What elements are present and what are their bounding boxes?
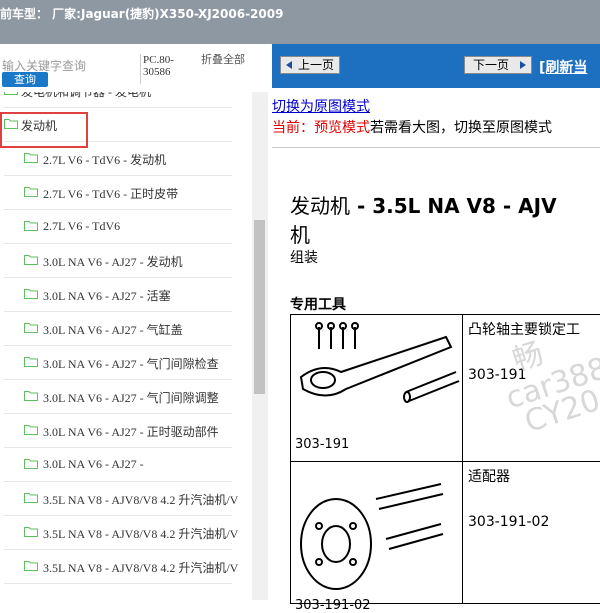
switch-mode-link[interactable]: 切换为原图模式 — [272, 96, 370, 116]
tree-item[interactable]: 3.0L NA V6 - AJ27 - 气门间隙检查 — [0, 346, 252, 380]
doc-subtitle: 组装 — [290, 250, 318, 266]
folder-icon — [24, 493, 38, 503]
tree-item-label: 2.7L V6 - TdV6 — [43, 219, 121, 233]
tree-item[interactable]: 3.5L NA V8 - AJV8/V8 4.2 升汽油机/V — [0, 550, 252, 584]
tree-item-label: 3.0L NA V6 - AJ27 - 活塞 — [43, 289, 171, 303]
tree-item-label: 3.0L NA V6 - AJ27 - 气门间隙调整 — [43, 391, 219, 405]
mode-preview-label: 预览模式 — [314, 120, 370, 136]
mode-current-label: 当前： — [272, 120, 314, 136]
tree-item-label: 发电机和调节器 - 发电机 — [21, 92, 151, 99]
tool-image-code: 303-191 — [295, 437, 350, 452]
prev-page-button[interactable]: 上一页 — [280, 56, 340, 74]
tools-table: 303-191 凸轮轴主要锁定工 303-191 适配器 303-191-02 — [290, 314, 600, 613]
tool-name: 凸轮轴主要锁定工 — [468, 322, 580, 338]
doc-title-prefix: 发动机 — [290, 194, 350, 218]
search-area: 查询 PC.80-30586 折叠全部 — [0, 44, 268, 92]
folder-icon — [24, 425, 38, 435]
prev-page-label: 上一页 — [298, 58, 335, 72]
tool-code: 303-191 — [468, 367, 527, 383]
tree-item[interactable]: 3.0L NA V6 - AJ27 - 气门间隙调整 — [0, 380, 252, 414]
tool-image-cell: 303-191 — [291, 315, 463, 461]
tree-item[interactable]: 3.5L NA V8 - AJV8/V8 4.2 升汽油机/V — [0, 516, 252, 550]
tool-text-cell: 适配器 303-191-02 — [463, 462, 600, 604]
tree-item-label: 3.5L NA V8 - AJV8/V8 4.2 升汽油机/V — [43, 561, 239, 575]
tree-item[interactable]: 3.0L NA V6 - AJ27 - 发动机 — [0, 244, 252, 278]
folder-icon — [24, 527, 38, 537]
scroll-thumb[interactable] — [254, 220, 265, 394]
folder-icon — [24, 357, 38, 367]
tree-scrollbar[interactable] — [252, 92, 268, 600]
doc-title: 发动机 - 3.5L NA V8 - AJV — [290, 190, 557, 219]
tool-image-cell — [291, 462, 463, 604]
tree-item[interactable]: 3.0L NA V6 - AJ27 - 活塞 — [0, 278, 252, 312]
folder-icon — [24, 459, 38, 469]
folder-icon — [24, 221, 38, 231]
tree-item[interactable]: 2.7L V6 - TdV6 - 正时皮带 — [0, 176, 252, 210]
folder-icon — [24, 561, 38, 571]
folder-icon — [24, 153, 38, 163]
collapse-all-button[interactable]: 折叠全部 — [201, 54, 245, 66]
tree-item-label: 3.5L NA V8 - AJV8/V8 4.2 升汽油机/V — [43, 527, 239, 541]
adapter-tool-image — [300, 483, 444, 590]
arrow-left-icon — [286, 61, 292, 69]
folder-icon — [24, 187, 38, 197]
camshaft-lock-tool-image — [299, 322, 460, 403]
tool-text-cell: 凸轮轴主要锁定工 303-191 — [463, 315, 600, 461]
tool-name: 适配器 — [468, 469, 510, 485]
folder-icon — [24, 289, 38, 299]
tree-item-label: 3.5L NA V8 - AJV8/V8 4.2 升汽油机/V — [43, 493, 239, 507]
arrow-right-icon — [520, 61, 526, 69]
tree-item[interactable]: 3.5L NA V8 - AJV8/V8 4.2 升汽油机/V — [0, 482, 252, 516]
tool-code: 303-191-02 — [468, 514, 550, 530]
tool-image-code: 303-191-02 — [295, 598, 371, 613]
pc-label: PC.80-30586 — [143, 54, 174, 78]
tree-item-label: 3.0L NA V6 - AJ27 - 气门间隙检查 — [43, 357, 219, 371]
window-title: 前车型： 厂家:Jaguar(捷豹)X350-XJ2006-2009 — [0, 7, 284, 21]
doc-title-bold: - 3.5L NA V8 - AJV — [350, 194, 557, 218]
search-button[interactable]: 查询 — [2, 72, 48, 87]
tree-item[interactable]: 3.0L NA V6 - AJ27 - — [0, 448, 252, 482]
title-bar: 前车型： 厂家:Jaguar(捷豹)X350-XJ2006-2009 — [0, 0, 600, 44]
tree-item-label: 2.7L V6 - TdV6 - 发动机 — [43, 153, 167, 167]
left-panel: 查询 PC.80-30586 折叠全部 发电机和调节器 - 发电机 发动机 2.… — [0, 44, 268, 600]
folder-icon — [4, 92, 18, 95]
doc-title-line2: 机 — [290, 223, 310, 247]
tree-item-label: 3.0L NA V6 - AJ27 - 正时驱动部件 — [43, 425, 219, 439]
refresh-link[interactable]: [刷新当 — [539, 57, 587, 77]
tree-item-label: 3.0L NA V6 - AJ27 - — [43, 457, 144, 471]
tree-item[interactable]: 3.0L NA V6 - AJ27 - 气缸盖 — [0, 312, 252, 346]
tree-item[interactable]: 发电机和调节器 - 发电机 — [0, 92, 252, 108]
mode-hint: 若需看大图，切换至原图模式 — [370, 120, 552, 136]
selection-highlight — [0, 112, 88, 148]
tree-item-label: 3.0L NA V6 - AJ27 - 发动机 — [43, 255, 183, 269]
tree-item[interactable]: 2.7L V6 - TdV6 — [0, 210, 252, 244]
mode-status: 当前：预览模式若需看大图，切换至原图模式 — [272, 117, 552, 137]
nav-bar: 上一页 下一页 [刷新当 — [272, 44, 600, 88]
search-divider — [140, 54, 141, 84]
tree-item-label: 2.7L V6 - TdV6 - 正时皮带 — [43, 187, 179, 201]
folder-icon — [24, 255, 38, 265]
tree-view: 发电机和调节器 - 发电机 发动机 2.7L V6 - TdV6 - 发动机 2… — [0, 92, 252, 600]
document-panel: 上一页 下一页 [刷新当 切换为原图模式 当前：预览模式若需看大图，切换至原图模… — [272, 44, 600, 613]
tools-heading: 专用工具 — [290, 297, 346, 313]
folder-icon — [24, 391, 38, 401]
folder-icon — [24, 323, 38, 333]
doc-divider — [272, 147, 600, 148]
tree-item-label: 3.0L NA V6 - AJ27 - 气缸盖 — [43, 323, 183, 337]
next-page-button[interactable]: 下一页 — [464, 56, 532, 74]
tree-item[interactable]: 3.0L NA V6 - AJ27 - 正时驱动部件 — [0, 414, 252, 448]
next-page-label: 下一页 — [473, 58, 510, 72]
